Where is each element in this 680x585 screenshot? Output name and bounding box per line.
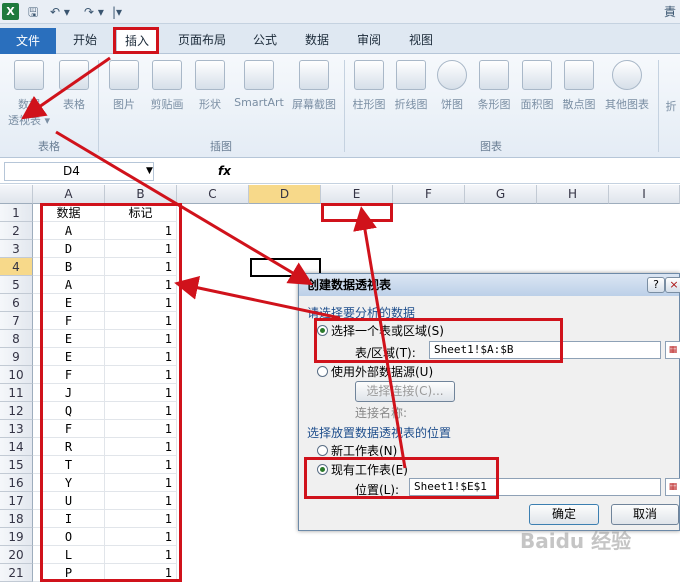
arrow-to-data-range — [174, 276, 341, 320]
arrow-to-cell-e1 — [353, 206, 407, 469]
arrow-to-dialog — [55, 130, 314, 286]
watermark: Baidu 经验 — [520, 529, 632, 553]
arrow-to-pivot-button — [21, 56, 111, 120]
annotation-arrows — [21, 56, 407, 469]
